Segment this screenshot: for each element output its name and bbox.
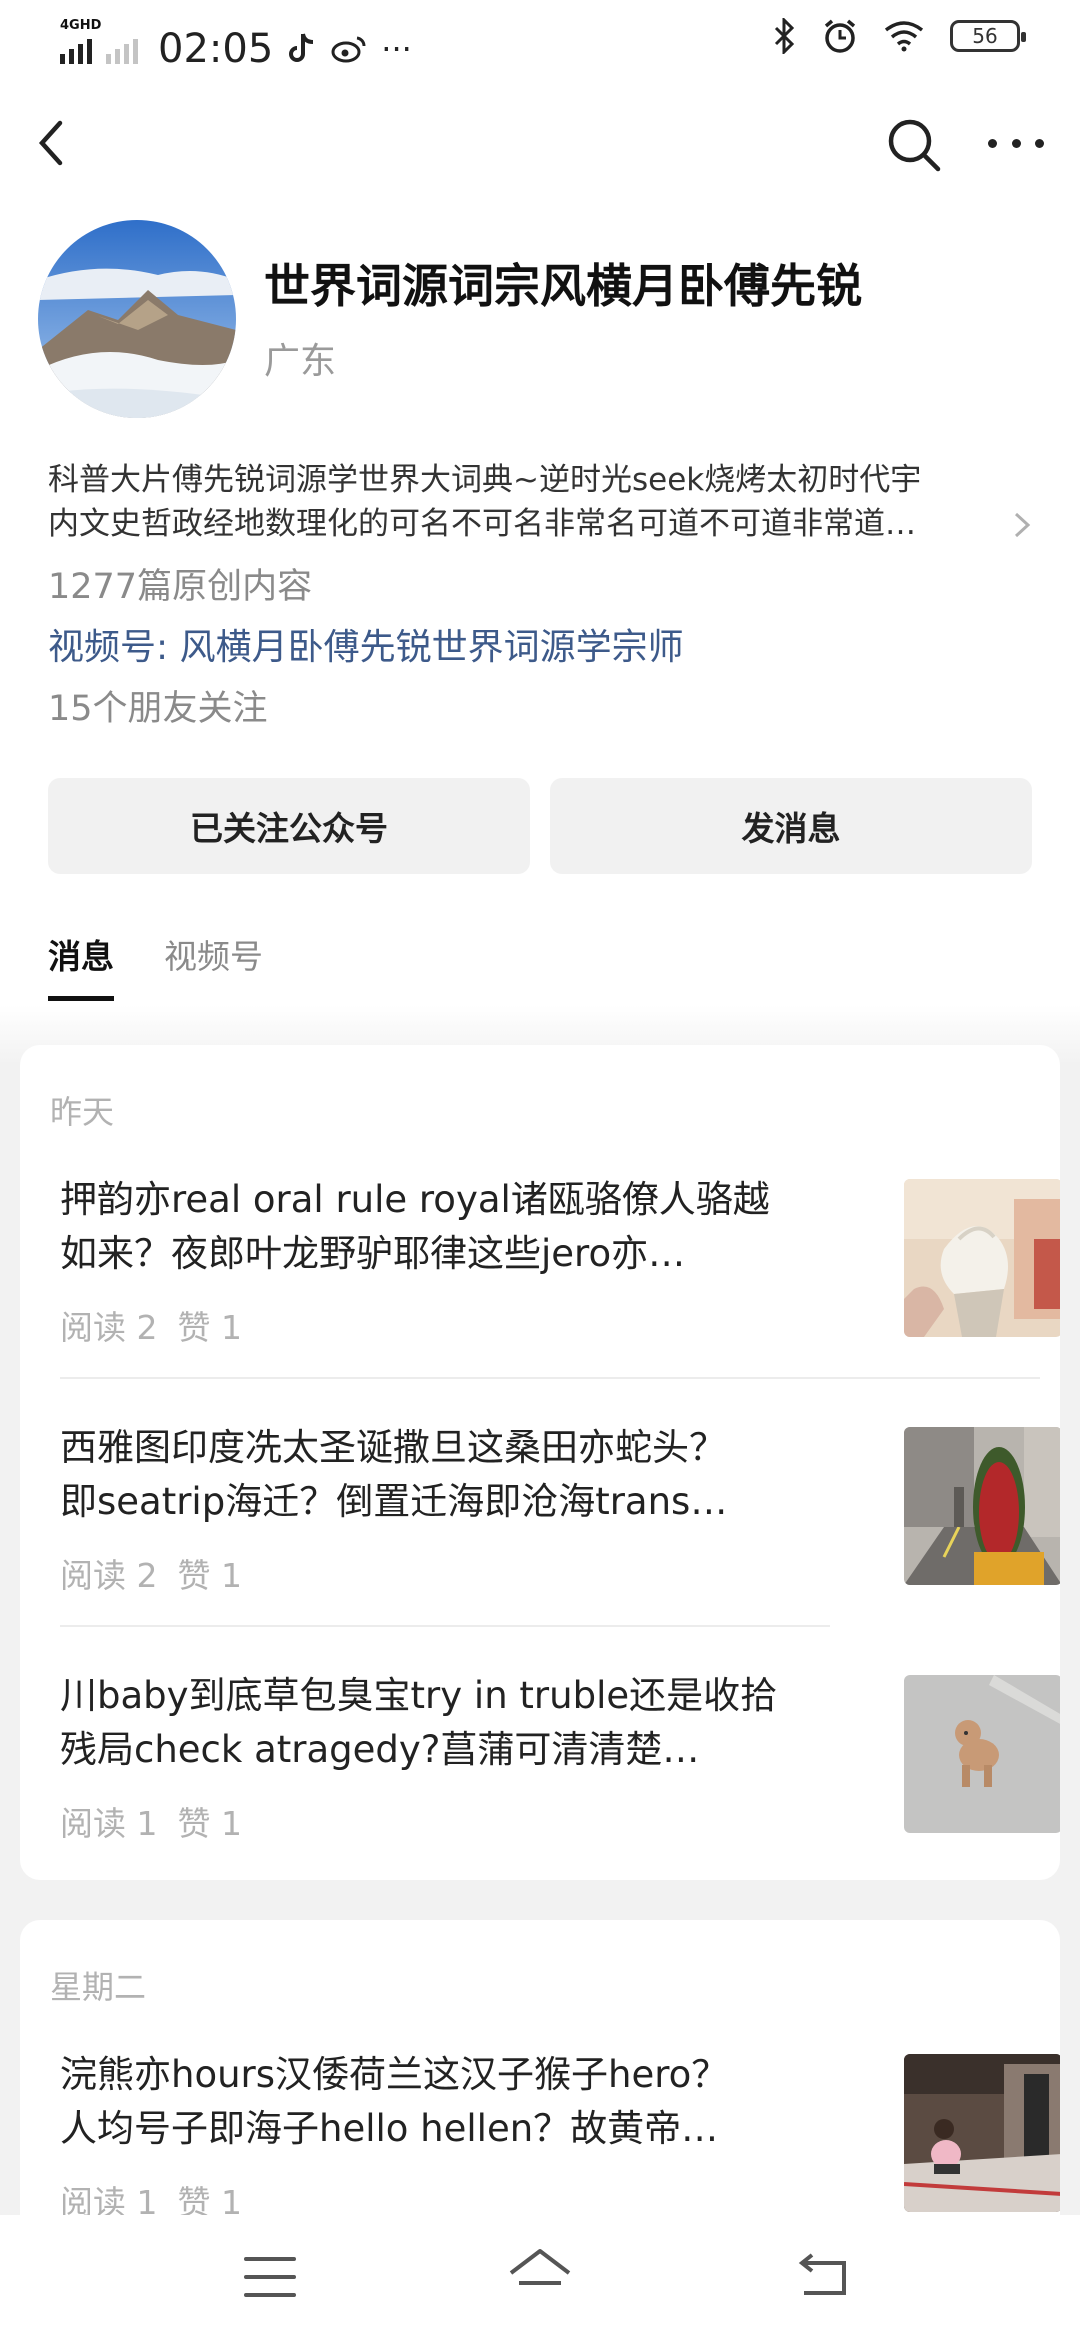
video-channel-link[interactable]: 视频号: 风横月卧傅先锐世界词源学宗师 <box>48 618 684 670</box>
followed-button[interactable]: 已关注公众号 <box>48 778 530 874</box>
read-count: 阅读 2 <box>60 1556 158 1595</box>
article-stats: 阅读 2 赞 1 <box>60 1549 262 1597</box>
article-title: 西雅图印度冼太圣诞撒旦这桑田亦蛇头？ 即seatrip海迁？倒置迁海即沧海tra… <box>60 1426 728 1523</box>
message-group-card: 昨天 押韵亦real oral rule royal诸瓯骆僚人骆越 如来？夜郎叶… <box>20 1045 1060 1880</box>
tab-messages[interactable]: 消息 <box>48 930 114 1001</box>
back-nav-icon[interactable] <box>796 2253 852 2301</box>
message-group-card: 星期二 浣熊亦hours汉倭荷兰这汉子猴子hero？ 人均号子即海子hello … <box>20 1920 1060 2240</box>
tab-video-channel[interactable]: 视频号 <box>164 930 263 1001</box>
like-count: 赞 1 <box>177 1804 243 1843</box>
article-item[interactable]: 西雅图印度冼太圣诞撒旦这桑田亦蛇头？ 即seatrip海迁？倒置迁海即沧海tra… <box>60 1421 1060 1595</box>
chevron-right-icon[interactable] <box>1010 508 1034 542</box>
alarm-icon <box>824 19 856 53</box>
article-title: 川baby到底草包臭宝try in truble还是收拾 残局check atr… <box>60 1674 778 1771</box>
more-notifications-icon: ··· <box>381 30 412 68</box>
read-count: 阅读 1 <box>60 1804 158 1843</box>
like-count: 赞 1 <box>177 1556 243 1595</box>
original-count: 1277篇原创内容 <box>48 567 313 607</box>
read-count: 阅读 2 <box>60 1308 158 1347</box>
battery-icon: 56 <box>950 20 1026 52</box>
description-line-2: 内文史哲政经地数理化的可名不可名非常名可道不可道非常道… <box>48 506 916 542</box>
like-count: 赞 1 <box>177 1308 243 1347</box>
tab-bar: 消息 视频号 <box>48 930 263 1001</box>
account-region: 广东 <box>264 341 337 382</box>
signal-icon <box>60 34 92 64</box>
article-title: 押韵亦real oral rule royal诸瓯骆僚人骆越 如来？夜郎叶龙野驴… <box>60 1178 770 1275</box>
search-icon[interactable] <box>884 115 944 175</box>
poodle-dog-photo <box>904 1675 1060 1833</box>
divider <box>60 1625 830 1627</box>
article-stats: 阅读 2 赞 1 <box>60 1301 262 1349</box>
flower-tower-street-photo <box>904 1427 1060 1585</box>
send-message-button[interactable]: 发消息 <box>550 778 1032 874</box>
article-title: 浣熊亦hours汉倭荷兰这汉子猴子hero？ 人均号子即海子hello hell… <box>60 2053 729 2150</box>
divider <box>60 1377 1040 1379</box>
video-channel-name: 风横月卧傅先锐世界词源学宗师 <box>179 627 684 668</box>
back-icon[interactable] <box>30 115 74 171</box>
article-item[interactable]: 浣熊亦hours汉倭荷兰这汉子猴子hero？ 人均号子即海子hello hell… <box>60 2048 1060 2222</box>
tiktok-icon <box>289 33 314 62</box>
article-item[interactable]: 川baby到底草包臭宝try in truble还是收拾 残局check atr… <box>60 1669 1060 1843</box>
clock: 02:05 <box>158 26 274 72</box>
home-icon[interactable] <box>505 2245 575 2305</box>
article-item[interactable]: 押韵亦real oral rule royal诸瓯骆僚人骆越 如来？夜郎叶龙野驴… <box>60 1173 1060 1347</box>
menu-icon[interactable] <box>244 2257 296 2297</box>
group-day-label: 星期二 <box>50 1968 147 2006</box>
description-line-1: 科普大片傅先锐词源学世界大词典~逆时光seek烧烤太初时代宇 <box>48 462 922 498</box>
account-name: 世界词源词宗风横月卧傅先锐 <box>264 259 862 313</box>
child-in-shop-photo <box>904 2054 1060 2212</box>
video-channel-label: 视频号: <box>48 627 169 668</box>
soft-serve-ice-cream-photo <box>904 1179 1060 1337</box>
friends-following[interactable]: 15个朋友关注 <box>48 680 268 731</box>
wifi-icon <box>884 21 924 52</box>
bluetooth-icon <box>774 18 795 54</box>
group-day-label: 昨天 <box>50 1093 115 1131</box>
system-navigation-bar <box>0 2215 1080 2340</box>
article-stats: 阅读 1 赞 1 <box>60 1797 262 1845</box>
status-bar: 4GHD 02:05 ··· 56 <box>0 0 1080 84</box>
signal-2-icon <box>106 34 138 64</box>
avatar[interactable] <box>38 220 236 418</box>
account-description[interactable]: 科普大片傅先锐词源学世界大词典~逆时光seek烧烤太初时代宇 内文史哲政经地数理… <box>48 458 1028 546</box>
more-icon[interactable] <box>988 128 1044 158</box>
weibo-icon <box>331 36 366 63</box>
